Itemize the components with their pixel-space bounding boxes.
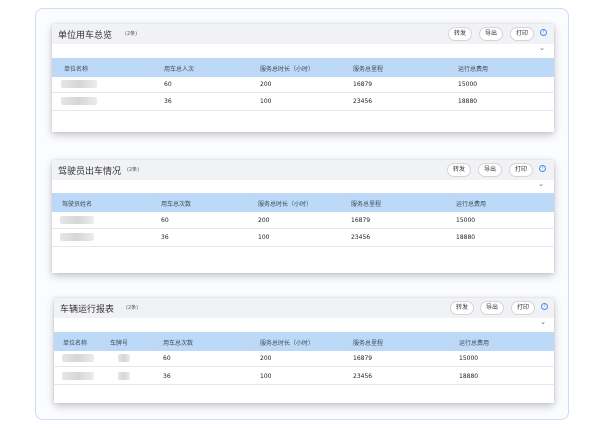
column-header: 用车总次数 (163, 340, 194, 347)
column-header: 单位名称 (64, 66, 89, 73)
redacted-unit-name (61, 80, 97, 88)
column-divider (255, 334, 256, 349)
cost-cell: 18880 (456, 234, 476, 241)
column-divider (105, 334, 106, 349)
column-divider (348, 60, 349, 75)
cost-cell: 15000 (456, 217, 476, 224)
column-header: 用车总次数 (161, 201, 192, 208)
column-header: 运行总费用 (459, 340, 490, 347)
column-header: 服务总时长（小时） (260, 66, 315, 73)
redacted-plate-number (118, 354, 130, 362)
help-circle-icon[interactable]: ? (539, 165, 546, 172)
row-divider (52, 92, 554, 93)
card-title: 驾驶员出车情况 (58, 167, 122, 177)
record-count: (2条) (125, 31, 138, 37)
column-divider (159, 60, 160, 75)
export-button[interactable]: 导出 (478, 163, 502, 177)
row-divider (52, 246, 554, 247)
hours-cell: 200 (260, 81, 272, 88)
trips-cell: 60 (163, 355, 171, 362)
forward-button[interactable]: 转发 (450, 301, 474, 315)
mileage-cell: 23456 (353, 98, 373, 105)
column-header: 服务总里程 (351, 201, 382, 208)
mileage-cell: 23456 (351, 234, 371, 241)
redacted-plate-number (118, 372, 130, 380)
redacted-unit-name (61, 97, 97, 105)
record-count: (2条) (127, 167, 140, 173)
forward-button[interactable]: 转发 (448, 27, 472, 41)
card-header: 车辆运行报表 (2条) 转发 导出 打印 ? (54, 298, 554, 318)
column-header: 运行总费用 (458, 66, 489, 73)
column-header: 运行总费用 (456, 201, 487, 208)
trips-cell: 36 (163, 373, 171, 380)
card-title: 单位用车总览 (58, 31, 113, 41)
column-header: 单位名称 (63, 340, 88, 347)
redacted-driver-name (60, 216, 94, 224)
trips-cell: 60 (164, 81, 172, 88)
export-button[interactable]: 导出 (480, 301, 504, 315)
column-header: 服务总里程 (353, 66, 384, 73)
column-header: 服务总里程 (353, 340, 384, 347)
table-header: 驾驶员姓名 用车总次数 服务总时长（小时） 服务总里程 运行总费用 (52, 193, 554, 212)
table-header: 单位名称 用车总人次 服务总时长（小时） 服务总里程 运行总费用 (52, 58, 554, 77)
column-header: 车牌号 (110, 340, 129, 347)
mileage-cell: 16879 (353, 81, 373, 88)
column-divider (348, 334, 349, 349)
column-divider (255, 60, 256, 75)
mileage-cell: 23456 (353, 373, 373, 380)
column-divider (253, 195, 254, 210)
mileage-cell: 16879 (351, 217, 371, 224)
column-divider (156, 195, 157, 210)
chevron-down-icon[interactable]: ⌄ (538, 44, 546, 52)
redacted-unit-name (62, 354, 94, 362)
row-divider (54, 384, 554, 385)
redacted-unit-name (62, 372, 94, 380)
driver-dispatch-card: 驾驶员出车情况 (2条) 转发 导出 打印 ? ⌄ 驾驶员姓名 用车总次数 服务… (52, 160, 554, 273)
cost-cell: 15000 (459, 355, 479, 362)
print-button[interactable]: 打印 (511, 301, 535, 315)
column-header: 用车总人次 (164, 66, 195, 73)
hours-cell: 100 (260, 98, 272, 105)
mileage-cell: 16879 (353, 355, 373, 362)
hours-cell: 200 (258, 217, 270, 224)
chevron-down-icon[interactable]: ⌄ (537, 180, 545, 188)
chevron-down-icon[interactable]: ⌄ (539, 318, 547, 326)
table-header: 单位名称 车牌号 用车总次数 服务总时长（小时） 服务总里程 运行总费用 (54, 332, 554, 351)
redacted-driver-name (60, 233, 94, 241)
column-header: 服务总时长（小时） (260, 340, 315, 347)
hours-cell: 100 (258, 234, 270, 241)
row-divider (52, 110, 554, 111)
cost-cell: 15000 (458, 81, 478, 88)
hours-cell: 200 (260, 355, 272, 362)
row-divider (54, 366, 554, 367)
help-circle-icon[interactable]: ? (541, 303, 548, 310)
hours-cell: 100 (260, 373, 272, 380)
column-header: 驾驶员姓名 (62, 201, 93, 208)
column-divider (158, 334, 159, 349)
print-button[interactable]: 打印 (509, 163, 533, 177)
export-button[interactable]: 导出 (479, 27, 503, 41)
cost-cell: 18880 (458, 98, 478, 105)
help-circle-icon[interactable]: ? (540, 29, 547, 36)
card-header: 驾驶员出车情况 (2条) 转发 导出 打印 ? (52, 160, 554, 180)
card-header: 单位用车总览 (2条) 转发 导出 打印 ? (52, 24, 554, 44)
trips-cell: 36 (161, 234, 169, 241)
vehicle-report-card: 车辆运行报表 (2条) 转发 导出 打印 ? ⌄ 单位名称 车牌号 用车总次数 … (54, 298, 554, 403)
column-divider (451, 195, 452, 210)
cost-cell: 18880 (459, 373, 479, 380)
row-divider (52, 228, 554, 229)
column-divider (453, 60, 454, 75)
unit-usage-card: 单位用车总览 (2条) 转发 导出 打印 ? ⌄ 单位名称 用车总人次 服务总时… (52, 24, 554, 132)
column-divider (454, 334, 455, 349)
column-divider (346, 195, 347, 210)
trips-cell: 60 (161, 217, 169, 224)
record-count: (2条) (126, 305, 139, 311)
column-header: 服务总时长（小时） (258, 201, 313, 208)
print-button[interactable]: 打印 (510, 27, 534, 41)
forward-button[interactable]: 转发 (447, 163, 471, 177)
card-title: 车辆运行报表 (60, 305, 115, 315)
trips-cell: 36 (164, 98, 172, 105)
